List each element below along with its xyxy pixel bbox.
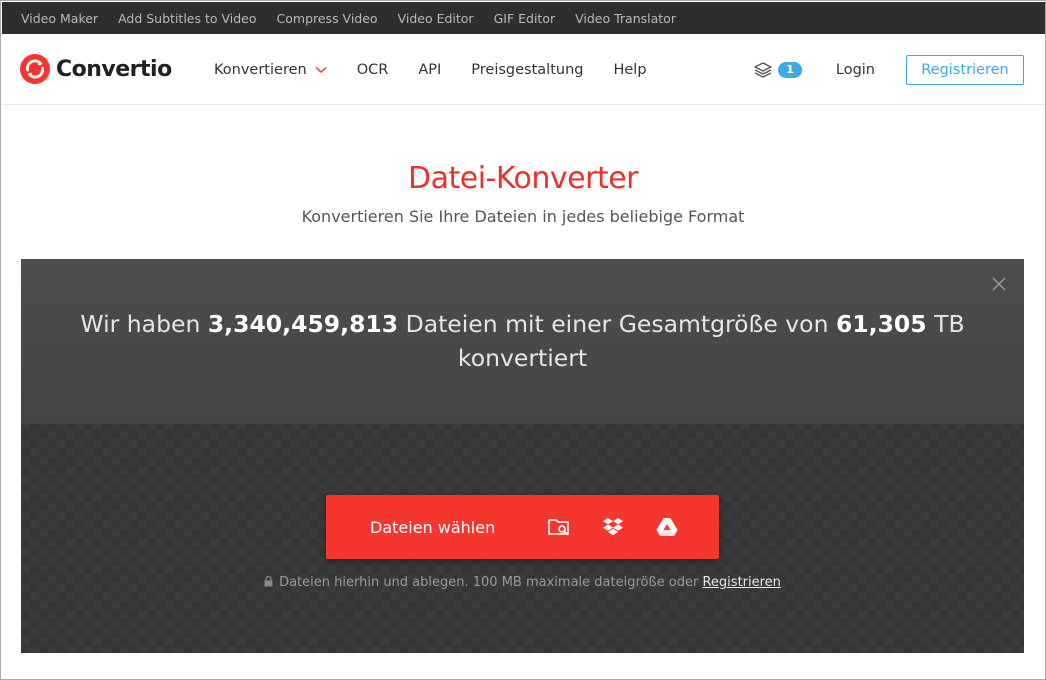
- topbar-link-gif-editor[interactable]: GIF Editor: [494, 11, 556, 26]
- top-utility-bar: Video Maker Add Subtitles to Video Compr…: [2, 2, 1045, 34]
- chevron-down-icon: [315, 66, 327, 73]
- main-nav: Convertio Konvertieren OCR API Preisgest…: [2, 34, 1045, 105]
- logo-text: Convertio: [56, 56, 172, 82]
- topbar-link-video-editor[interactable]: Video Editor: [398, 11, 474, 26]
- stats-middle: Dateien mit einer Gesamtgröße von: [398, 310, 836, 338]
- nav-menu: Konvertieren OCR API Preisgestaltung Hel…: [214, 34, 677, 105]
- upload-from-dropbox-button[interactable]: [598, 512, 628, 542]
- choose-files-button[interactable]: Dateien wählen: [370, 518, 520, 537]
- nav-item-convert[interactable]: Konvertieren: [214, 62, 327, 78]
- upload-from-google-drive-button[interactable]: [652, 512, 682, 542]
- page-subtitle: Konvertieren Sie Ihre Dateien in jedes b…: [301, 207, 745, 226]
- upload-hint: Dateien hierhin und ablegen. 100 MB maxi…: [21, 575, 1024, 590]
- topbar-link-add-subtitles[interactable]: Add Subtitles to Video: [118, 11, 256, 26]
- nav-item-ocr[interactable]: OCR: [357, 62, 389, 78]
- choose-files-bar: Dateien wählen: [326, 495, 719, 559]
- register-button[interactable]: Registrieren: [906, 54, 1024, 85]
- upload-hint-text: Dateien hierhin und ablegen. 100 MB maxi…: [279, 575, 703, 590]
- nav-item-help[interactable]: Help: [613, 62, 646, 78]
- topbar-link-compress-video[interactable]: Compress Video: [277, 11, 378, 26]
- lock-icon: [264, 576, 273, 587]
- google-drive-icon: [656, 518, 678, 536]
- nav-item-pricing[interactable]: Preisgestaltung: [471, 62, 583, 78]
- hint-register-link[interactable]: Registrieren: [702, 575, 780, 590]
- nav-item-convert-label: Konvertieren: [214, 61, 307, 78]
- topbar-link-video-maker[interactable]: Video Maker: [21, 11, 98, 26]
- file-queue-button[interactable]: 1: [753, 60, 802, 80]
- nav-right: 1 Login Registrieren: [753, 34, 1024, 105]
- topbar-link-video-translator[interactable]: Video Translator: [575, 11, 676, 26]
- queue-count-badge: 1: [778, 61, 802, 78]
- dropbox-icon: [603, 518, 623, 536]
- stats-files-count: 3,340,459,813: [207, 310, 399, 338]
- page-title: Datei-Konverter: [407, 161, 639, 196]
- browser-frame: Video Maker Add Subtitles to Video Compr…: [0, 0, 1046, 680]
- conversion-stats: Wir haben 3,340,459,813 Dateien mit eine…: [21, 307, 1024, 375]
- convertio-logo-icon: [20, 54, 50, 84]
- login-link[interactable]: Login: [836, 62, 875, 78]
- upload-from-computer-button[interactable]: [544, 512, 574, 542]
- stats-prefix: Wir haben: [80, 310, 208, 338]
- stats-banner: Wir haben 3,340,459,813 Dateien mit eine…: [21, 259, 1024, 424]
- layers-icon: [754, 61, 772, 78]
- upload-panel: Wir haben 3,340,459,813 Dateien mit eine…: [21, 259, 1024, 653]
- nav-item-api[interactable]: API: [418, 62, 441, 78]
- stats-total-size: 61,305: [835, 310, 927, 338]
- close-icon[interactable]: [991, 276, 1007, 292]
- folder-search-icon: [548, 519, 569, 536]
- logo[interactable]: Convertio: [20, 54, 172, 84]
